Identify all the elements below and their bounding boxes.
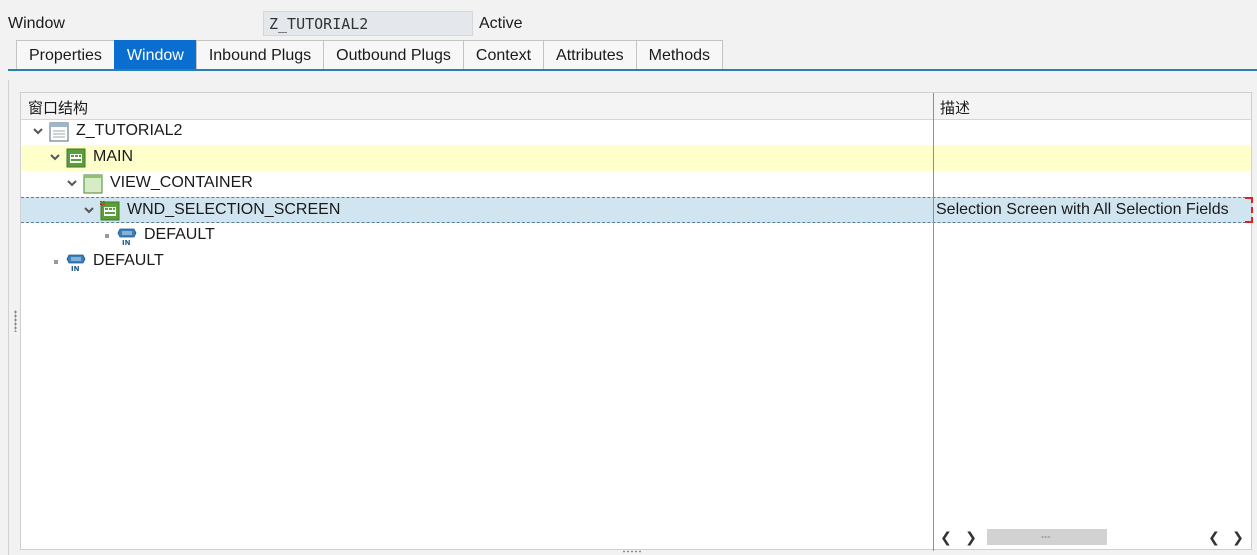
node-label: DEFAULT bbox=[144, 226, 215, 243]
svg-text:IN: IN bbox=[71, 265, 80, 272]
tab-context[interactable]: Context bbox=[462, 40, 545, 70]
scroll-right-icon[interactable]: ❯ bbox=[964, 529, 978, 545]
tab-underline bbox=[8, 69, 1257, 71]
tab-window[interactable]: Window bbox=[113, 40, 197, 70]
window-structure-tree: 窗口结构 描述 Z_TUTORIAL2 MAIN VIEW_CONTAINER … bbox=[20, 92, 1253, 551]
tree-row-wnd-selection-screen[interactable]: WND_SELECTION_SCREEN Selection Screen wi… bbox=[21, 197, 1253, 223]
leaf-bullet bbox=[54, 260, 58, 264]
tree-row-default[interactable]: IN DEFAULT bbox=[21, 249, 1251, 275]
inbound-plug-icon: IN bbox=[66, 254, 86, 272]
horizontal-scrollbar[interactable]: ❮ ❯ ❮ ❯ bbox=[935, 525, 1251, 549]
tree-column-header: 窗口结构 描述 bbox=[21, 93, 1251, 120]
column-header-structure[interactable]: 窗口结构 bbox=[28, 97, 88, 118]
tree-row-view-container[interactable]: VIEW_CONTAINER bbox=[21, 171, 1251, 197]
node-label: Z_TUTORIAL2 bbox=[76, 122, 183, 139]
scroll-right-end-icon[interactable]: ❯ bbox=[1231, 529, 1245, 545]
thumb-grip bbox=[1041, 536, 1051, 538]
collapse-icon[interactable] bbox=[83, 204, 95, 216]
tab-properties[interactable]: Properties bbox=[16, 40, 115, 70]
collapse-icon[interactable] bbox=[49, 151, 61, 163]
leaf-bullet bbox=[105, 234, 109, 238]
view-icon bbox=[100, 201, 120, 221]
collapse-icon[interactable] bbox=[32, 125, 44, 137]
tab-inbound-plugs[interactable]: Inbound Plugs bbox=[195, 40, 325, 70]
tab-strip: Properties Window Inbound Plugs Outbound… bbox=[16, 40, 723, 70]
window-name-field[interactable]: Z_TUTORIAL2 bbox=[263, 11, 473, 36]
node-description: Selection Screen with All Selection Fiel… bbox=[936, 201, 1229, 218]
tree-row-default-child[interactable]: IN DEFAULT bbox=[21, 223, 1251, 249]
view-icon bbox=[66, 148, 86, 168]
window-icon bbox=[49, 122, 69, 142]
column-header-description[interactable]: 描述 bbox=[940, 97, 970, 118]
tree-row-window[interactable]: Z_TUTORIAL2 bbox=[21, 119, 1251, 145]
view-container-icon bbox=[83, 174, 103, 194]
node-label: VIEW_CONTAINER bbox=[110, 174, 253, 191]
collapse-icon[interactable] bbox=[66, 177, 78, 189]
node-label: MAIN bbox=[93, 148, 133, 165]
splitter-grip-horizontal[interactable] bbox=[622, 550, 642, 553]
scrollbar-thumb[interactable] bbox=[987, 529, 1107, 545]
tab-outbound-plugs[interactable]: Outbound Plugs bbox=[323, 40, 464, 70]
window-header: Window Z_TUTORIAL2 Active bbox=[0, 0, 1257, 40]
splitter-grip-vertical[interactable] bbox=[14, 310, 17, 332]
tab-methods[interactable]: Methods bbox=[635, 40, 723, 70]
status-text: Active bbox=[479, 15, 523, 32]
node-label: WND_SELECTION_SCREEN bbox=[127, 201, 341, 218]
tab-attributes[interactable]: Attributes bbox=[543, 40, 637, 70]
node-label: DEFAULT bbox=[93, 252, 164, 269]
selection-marker bbox=[1245, 197, 1253, 223]
window-label: Window bbox=[8, 15, 65, 32]
svg-text:IN: IN bbox=[122, 239, 131, 246]
scroll-left-end-icon[interactable]: ❮ bbox=[1207, 529, 1221, 545]
tree-row-main[interactable]: MAIN bbox=[21, 145, 1251, 171]
column-divider[interactable] bbox=[933, 93, 934, 551]
scroll-left-icon[interactable]: ❮ bbox=[939, 529, 953, 545]
inbound-plug-icon: IN bbox=[117, 228, 137, 246]
